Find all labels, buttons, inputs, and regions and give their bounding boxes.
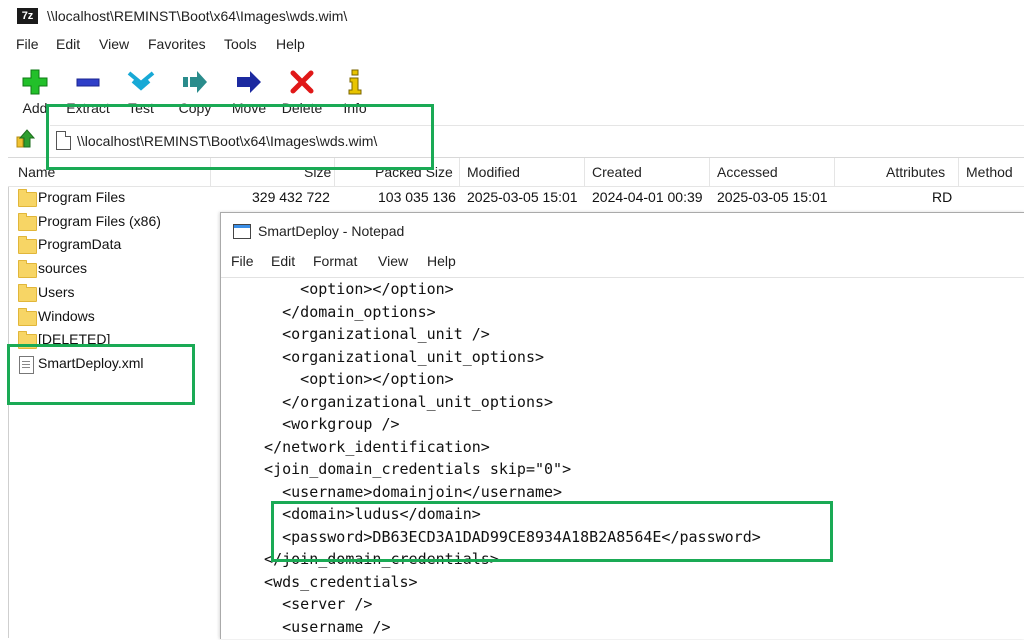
notepad-title-bar[interactable]: SmartDeploy - Notepad: [221, 213, 1024, 249]
column-divider[interactable]: [709, 158, 710, 186]
info-icon: [327, 68, 383, 96]
file-list-header: Name Size Packed Size Modified Created A…: [8, 157, 1024, 187]
text-line: </network_identification>: [246, 438, 490, 456]
window-title: \\localhost\REMINST\Boot\x64\Images\wds.…: [47, 8, 348, 24]
folder-icon: [18, 284, 37, 302]
list-item[interactable]: Windows: [18, 308, 218, 330]
text-line: <join_domain_credentials skip="0">: [246, 460, 572, 478]
column-divider[interactable]: [334, 158, 335, 186]
column-accessed[interactable]: Accessed: [717, 164, 778, 180]
notepad-menu-file[interactable]: File: [231, 253, 254, 269]
list-item[interactable]: [DELETED]: [18, 331, 218, 353]
file-packed-size: 103 035 136: [378, 189, 456, 205]
menu-favorites[interactable]: Favorites: [148, 36, 206, 52]
column-modified[interactable]: Modified: [467, 164, 520, 180]
plus-icon: [7, 68, 63, 96]
column-divider[interactable]: [584, 158, 585, 186]
notepad-text-area[interactable]: <option></option> </domain_options> <org…: [221, 277, 1024, 640]
double-chevron-down-icon: [113, 68, 169, 96]
notepad-icon: [233, 224, 251, 239]
file-name: Program Files (x86): [38, 213, 161, 229]
xml-file-icon: [19, 356, 34, 374]
text-line: <wds_credentials>: [246, 573, 418, 591]
file-accessed: 2025-03-05 15:01: [717, 189, 828, 205]
folder-icon: [18, 236, 37, 254]
notepad-menu-edit[interactable]: Edit: [271, 253, 295, 269]
folder-icon: [18, 213, 37, 231]
file-name: Program Files: [38, 189, 126, 205]
list-item[interactable]: sources: [18, 260, 218, 282]
text-line: <option></option>: [246, 370, 454, 388]
column-created[interactable]: Created: [592, 164, 642, 180]
column-size[interactable]: Size: [304, 164, 331, 180]
text-line: <server />: [246, 595, 373, 613]
document-icon: [56, 131, 71, 150]
folder-icon: [18, 308, 37, 326]
arrow-right-icon: [221, 68, 277, 96]
menu-tools[interactable]: Tools: [224, 36, 257, 52]
file-modified: 2025-03-05 15:01: [467, 189, 578, 205]
x-icon: [274, 68, 330, 96]
text-line: <username>domainjoin</username>: [246, 483, 563, 501]
list-item[interactable]: Program Files 329 432 722 103 035 136 20…: [18, 189, 1018, 211]
text-line: <workgroup />: [246, 415, 400, 433]
file-attributes: RD: [932, 189, 953, 205]
address-path: \\localhost\REMINST\Boot\x64\Images\wds.…: [77, 133, 378, 149]
menu-file[interactable]: File: [16, 36, 39, 52]
folder-icon: [18, 331, 37, 349]
file-name: Users: [38, 284, 75, 300]
arrow-right-icon: [167, 68, 223, 96]
list-item[interactable]: ProgramData: [18, 236, 218, 258]
folder-icon: [18, 189, 37, 207]
text-line: <option></option>: [246, 280, 454, 298]
notepad-window: SmartDeploy - Notepad File Edit Format V…: [220, 212, 1024, 639]
column-attributes[interactable]: Attributes: [886, 164, 945, 180]
column-packed-size[interactable]: Packed Size: [375, 164, 453, 180]
text-line: </join_domain_credentials>: [246, 550, 499, 568]
file-size: 329 432 722: [252, 189, 330, 205]
list-item[interactable]: Users: [18, 284, 218, 306]
file-created: 2024-04-01 00:39: [592, 189, 703, 205]
minus-icon: [60, 68, 116, 96]
notepad-title: SmartDeploy - Notepad: [258, 223, 405, 239]
menu-view[interactable]: View: [99, 36, 129, 52]
text-line: <username />: [246, 618, 391, 636]
toolbar: Add Extract Test Copy Move Delete Info: [0, 62, 1024, 122]
list-item[interactable]: SmartDeploy.xml: [18, 355, 218, 377]
folder-up-icon[interactable]: [15, 129, 37, 152]
panel-border: [8, 157, 9, 638]
column-divider[interactable]: [834, 158, 835, 186]
text-line: <domain>ludus</domain>: [246, 505, 481, 523]
text-line: </organizational_unit_options>: [246, 393, 554, 411]
notepad-menu-view[interactable]: View: [378, 253, 408, 269]
menu-edit[interactable]: Edit: [56, 36, 80, 52]
file-name: sources: [38, 260, 88, 276]
title-bar: 7z \\localhost\REMINST\Boot\x64\Images\w…: [0, 0, 1024, 32]
column-divider[interactable]: [459, 158, 460, 186]
notepad-menu-help[interactable]: Help: [427, 253, 456, 269]
text-line: </domain_options>: [246, 303, 436, 321]
file-name: Windows: [38, 308, 95, 324]
info-label: Info: [343, 100, 367, 116]
notepad-menu-format[interactable]: Format: [313, 253, 357, 269]
7zip-app-icon: 7z: [17, 8, 38, 24]
folder-icon: [18, 260, 37, 278]
file-name: [DELETED]: [38, 331, 111, 347]
text-line: <organizational_unit />: [246, 325, 490, 343]
file-name: SmartDeploy.xml: [38, 355, 144, 371]
column-method[interactable]: Method: [966, 164, 1013, 180]
column-divider[interactable]: [210, 158, 211, 186]
text-line: <password>DB63ECD3A1DAD99CE8934A18B2A856…: [246, 528, 761, 546]
text-line: <organizational_unit_options>: [246, 348, 545, 366]
menu-help[interactable]: Help: [276, 36, 305, 52]
file-name: ProgramData: [38, 236, 122, 252]
column-divider[interactable]: [958, 158, 959, 186]
info-button[interactable]: Info: [327, 66, 383, 120]
list-item[interactable]: Program Files (x86): [18, 213, 218, 235]
column-name[interactable]: Name: [18, 164, 55, 180]
address-field[interactable]: \\localhost\REMINST\Boot\x64\Images\wds.…: [50, 125, 1024, 154]
address-bar: \\localhost\REMINST\Boot\x64\Images\wds.…: [0, 124, 1024, 154]
